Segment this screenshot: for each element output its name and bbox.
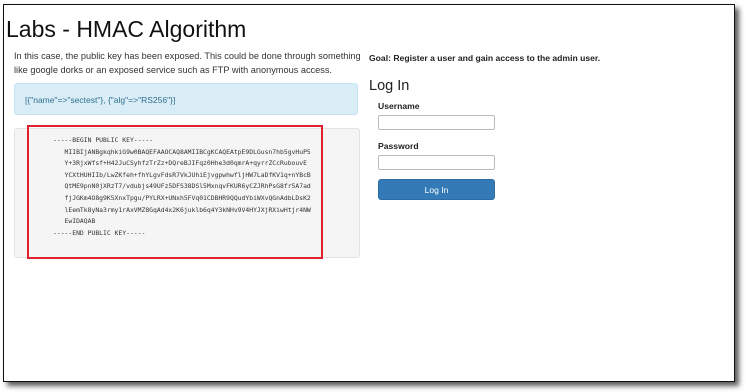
username-input[interactable] bbox=[378, 115, 495, 130]
username-label: Username bbox=[378, 101, 420, 111]
login-button[interactable]: Log In bbox=[378, 179, 495, 200]
login-heading: Log In bbox=[369, 78, 410, 94]
intro-text: In this case, the public key has been ex… bbox=[14, 51, 361, 75]
page-title: Labs - HMAC Algorithm bbox=[6, 16, 247, 42]
public-key-text: -----BEGIN PUBLIC KEY----- MIIBIjANBgkqh… bbox=[53, 136, 311, 237]
goal-text: Goal: Register a user and gain access to… bbox=[369, 53, 601, 63]
header-info-alert: [{"name"=>"sectest"}, {"alg"=>"RS256"}] bbox=[14, 83, 358, 115]
password-input[interactable] bbox=[378, 155, 495, 170]
password-label: Password bbox=[378, 141, 419, 151]
